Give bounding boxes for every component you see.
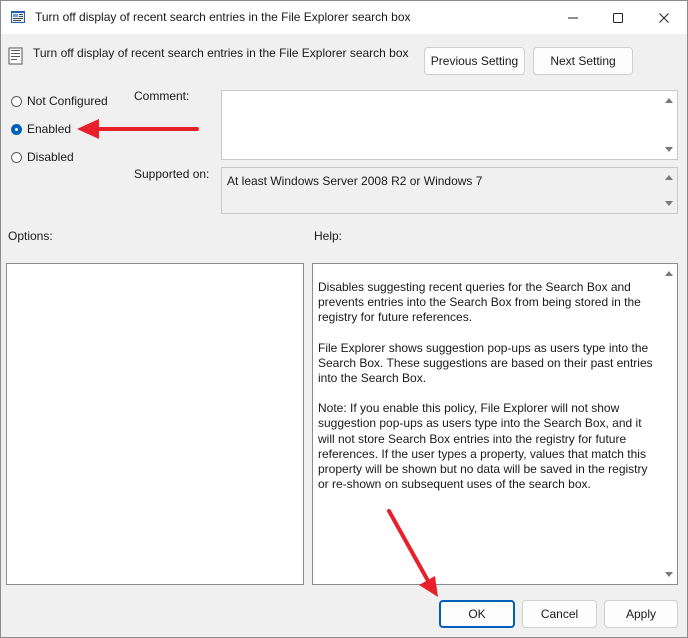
window-title: Turn off display of recent search entrie… xyxy=(35,10,411,24)
options-pane xyxy=(6,263,304,585)
comment-scrollbar[interactable] xyxy=(661,91,677,159)
cancel-button[interactable]: Cancel xyxy=(522,600,597,628)
scroll-down-icon[interactable] xyxy=(665,147,673,152)
radio-disabled-label: Disabled xyxy=(27,150,74,164)
apply-button[interactable]: Apply xyxy=(604,600,678,628)
help-paragraph: Disables suggesting recent queries for t… xyxy=(318,280,641,325)
close-button[interactable] xyxy=(642,1,686,34)
radio-not-configured-circle[interactable] xyxy=(11,95,22,107)
maximize-icon xyxy=(613,12,623,23)
supported-on-field: At least Windows Server 2008 R2 or Windo… xyxy=(221,167,678,214)
comment-label: Comment: xyxy=(134,89,190,103)
help-text: Disables suggesting recent queries for t… xyxy=(318,280,660,507)
scroll-up-icon[interactable] xyxy=(665,175,673,180)
policy-setting-icon xyxy=(8,47,23,65)
radio-enabled[interactable]: Enabled xyxy=(11,121,71,137)
help-pane: Disables suggesting recent queries for t… xyxy=(312,263,678,585)
comment-textarea[interactable] xyxy=(221,90,678,160)
radio-not-configured-label: Not Configured xyxy=(27,94,108,108)
minimize-button[interactable] xyxy=(551,1,595,34)
maximize-button[interactable] xyxy=(596,1,640,34)
policy-dialog-window: Turn off display of recent search entrie… xyxy=(0,0,688,638)
help-paragraph: Note: If you enable this policy, File Ex… xyxy=(318,401,648,492)
help-paragraph: File Explorer shows suggestion pop-ups a… xyxy=(318,340,653,386)
supported-on-value: At least Windows Server 2008 R2 or Windo… xyxy=(227,174,483,188)
ok-button[interactable]: OK xyxy=(439,600,515,628)
arrow-to-enabled-icon xyxy=(77,119,199,139)
scroll-down-icon[interactable] xyxy=(665,572,673,577)
help-label: Help: xyxy=(314,229,343,243)
setting-title: Turn off display of recent search entrie… xyxy=(33,46,409,60)
help-scrollbar[interactable] xyxy=(661,264,677,584)
radio-enabled-label: Enabled xyxy=(27,122,72,136)
options-label: Options: xyxy=(8,229,53,243)
radio-disabled-circle[interactable] xyxy=(11,151,22,163)
radio-enabled-circle[interactable] xyxy=(11,123,22,135)
policy-app-icon xyxy=(11,11,25,23)
title-bar[interactable]: Turn off display of recent search entrie… xyxy=(1,1,687,34)
scroll-up-icon[interactable] xyxy=(665,98,673,103)
previous-setting-button[interactable]: Previous Setting xyxy=(424,47,525,75)
supported-on-label: Supported on: xyxy=(134,167,210,181)
scroll-up-icon[interactable] xyxy=(665,271,673,276)
minimize-icon xyxy=(568,17,578,18)
supported-scrollbar[interactable] xyxy=(661,168,677,213)
close-icon xyxy=(659,12,669,23)
next-setting-button[interactable]: Next Setting xyxy=(533,47,633,75)
radio-disabled[interactable]: Disabled xyxy=(11,149,74,165)
scroll-down-icon[interactable] xyxy=(665,201,673,206)
radio-not-configured[interactable]: Not Configured xyxy=(11,93,108,109)
